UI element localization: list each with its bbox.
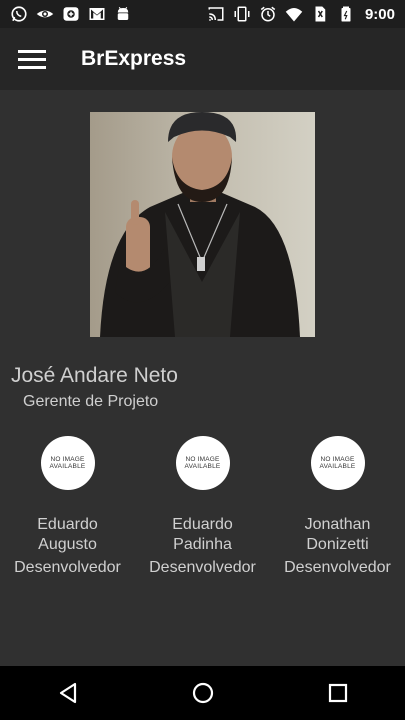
member-avatar: NO IMAGE AVAILABLE bbox=[175, 436, 230, 490]
avatar-placeholder-line-2: AVAILABLE bbox=[49, 463, 86, 470]
recents-button[interactable] bbox=[308, 666, 368, 720]
app-bar: BrExpress bbox=[0, 28, 405, 90]
hamburger-icon bbox=[18, 50, 46, 69]
android-icon bbox=[114, 5, 132, 23]
lead-name: José Andare Neto bbox=[11, 364, 178, 387]
avatar-placeholder-line-1: NO IMAGE bbox=[185, 456, 220, 463]
recents-icon bbox=[328, 683, 347, 703]
team-member[interactable]: NO IMAGE AVAILABLE Eduardo Padinha Desen… bbox=[135, 436, 270, 577]
status-time: 9:00 bbox=[364, 5, 395, 23]
alarm-icon bbox=[259, 5, 277, 23]
vibrate-icon bbox=[233, 5, 251, 23]
team-member[interactable]: NO IMAGE AVAILABLE Jonathan Donizetti De… bbox=[270, 436, 405, 577]
whatsapp-icon bbox=[10, 5, 28, 23]
back-button[interactable] bbox=[38, 666, 98, 720]
member-role: Desenvolvedor bbox=[14, 559, 121, 576]
team-member[interactable]: NO IMAGE AVAILABLE Eduardo Augusto Desen… bbox=[0, 436, 135, 577]
eye-icon bbox=[36, 5, 54, 23]
member-role: Desenvolvedor bbox=[284, 559, 391, 576]
wifi-icon bbox=[285, 5, 303, 23]
member-name: Jonathan Donizetti bbox=[304, 516, 371, 553]
photo-icon bbox=[62, 5, 80, 23]
member-avatar: NO IMAGE AVAILABLE bbox=[310, 436, 365, 490]
notification-icons bbox=[10, 5, 132, 23]
team-list: NO IMAGE AVAILABLE Eduardo Augusto Desen… bbox=[0, 436, 405, 577]
app-title: BrExpress bbox=[81, 47, 187, 70]
member-avatar: NO IMAGE AVAILABLE bbox=[40, 436, 95, 490]
system-icons: 9:00 bbox=[207, 5, 395, 23]
member-name: Eduardo Augusto bbox=[37, 516, 98, 553]
avatar-placeholder-line-1: NO IMAGE bbox=[320, 456, 355, 463]
lead-role: Gerente de Projeto bbox=[23, 393, 159, 410]
battery-icon bbox=[337, 5, 355, 23]
avatar-placeholder-line-2: AVAILABLE bbox=[184, 463, 221, 470]
lead-photo bbox=[90, 112, 315, 337]
home-icon bbox=[192, 682, 213, 704]
team-content: José Andare Neto Gerente de Projeto NO I… bbox=[0, 90, 405, 666]
status-bar: 9:00 bbox=[0, 0, 405, 28]
no-sim-icon bbox=[311, 5, 329, 23]
back-icon bbox=[59, 682, 76, 704]
navigation-bar bbox=[0, 666, 405, 720]
member-name: Eduardo Padinha bbox=[172, 516, 233, 553]
home-button[interactable] bbox=[173, 666, 233, 720]
avatar-placeholder-line-2: AVAILABLE bbox=[319, 463, 356, 470]
cast-icon bbox=[207, 5, 225, 23]
gmail-icon bbox=[88, 5, 106, 23]
member-role: Desenvolvedor bbox=[149, 559, 256, 576]
menu-button[interactable] bbox=[0, 28, 64, 90]
avatar-placeholder-line-1: NO IMAGE bbox=[50, 456, 85, 463]
